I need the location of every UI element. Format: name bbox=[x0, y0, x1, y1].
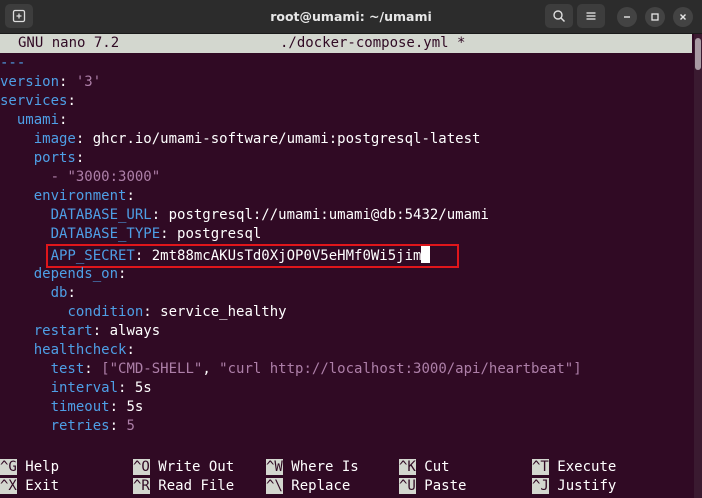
yaml-key-condition: condition bbox=[67, 304, 144, 320]
yaml-key-version: version bbox=[0, 74, 60, 90]
hamburger-menu-icon bbox=[586, 12, 596, 20]
menu-button[interactable] bbox=[577, 4, 605, 28]
editor-line[interactable]: - "3000:3000" bbox=[0, 168, 161, 187]
yaml-key-db: db bbox=[50, 285, 68, 301]
editor-line[interactable]: --- bbox=[0, 54, 25, 73]
yaml-key-restart: restart bbox=[33, 323, 93, 339]
new-tab-icon bbox=[12, 9, 26, 23]
nano-filename: ./docker-compose.yml * bbox=[280, 35, 466, 51]
maximize-icon bbox=[651, 13, 659, 21]
yaml-key-test: test bbox=[50, 361, 85, 377]
editor-line[interactable]: image: ghcr.io/umami-software/umami:post… bbox=[0, 130, 481, 149]
shortcut-justify[interactable]: ^J Justify bbox=[532, 477, 616, 496]
editor-line[interactable]: depends_on: bbox=[0, 265, 127, 284]
yaml-value-database-url: postgresql://umami:umami@db:5432/umami bbox=[168, 207, 489, 223]
minimize-button[interactable] bbox=[617, 7, 637, 27]
yaml-key-image: image bbox=[33, 131, 76, 147]
yaml-key-umami: umami bbox=[16, 112, 60, 128]
yaml-key-database-url: DATABASE_URL bbox=[50, 207, 152, 223]
window-titlebar: root@umami: ~/umami bbox=[0, 0, 702, 34]
yaml-key-depends-on: depends_on bbox=[33, 266, 119, 282]
editor-line[interactable]: db: bbox=[0, 284, 76, 303]
editor-line[interactable]: version: '3' bbox=[0, 73, 101, 92]
yaml-key-database-type: DATABASE_TYPE bbox=[50, 226, 161, 242]
yaml-key-environment: environment bbox=[33, 188, 127, 204]
new-tab-button[interactable] bbox=[5, 4, 33, 28]
shortcut-execute[interactable]: ^T Execute bbox=[532, 458, 616, 477]
scrollbar-thumb[interactable] bbox=[695, 38, 701, 70]
shortcut-cut[interactable]: ^K Cut bbox=[399, 458, 450, 477]
search-icon bbox=[553, 10, 566, 23]
yaml-value-port: "3000:3000" bbox=[67, 169, 161, 185]
close-icon bbox=[680, 14, 686, 20]
yaml-value-database-type: postgresql bbox=[177, 226, 262, 242]
shortcut-paste[interactable]: ^U Paste bbox=[399, 477, 466, 496]
yaml-value-retries: 5 bbox=[126, 418, 135, 434]
editor-line[interactable]: environment: bbox=[0, 187, 135, 206]
editor-line[interactable]: DATABASE_URL: postgresql://umami:umami@d… bbox=[0, 206, 489, 225]
editor-line[interactable]: interval: 5s bbox=[0, 379, 152, 398]
yaml-test-item-2: "curl http://localhost:3000/api/heartbea… bbox=[219, 361, 574, 377]
editor-line[interactable]: ports: bbox=[0, 149, 85, 168]
yaml-test-item-1: "CMD-SHELL" bbox=[109, 361, 203, 377]
editor-line[interactable]: services: bbox=[0, 92, 76, 111]
search-button[interactable] bbox=[545, 4, 573, 28]
shortcut-write-out[interactable]: ^O Write Out bbox=[133, 458, 234, 477]
maximize-button[interactable] bbox=[645, 7, 665, 27]
shortcut-where-is[interactable]: ^W Where Is bbox=[266, 458, 359, 477]
yaml-value-timeout: 5s bbox=[126, 399, 144, 415]
yaml-value-image: ghcr.io/umami-software/umami:postgresql-… bbox=[92, 131, 481, 147]
yaml-value-restart: always bbox=[109, 323, 161, 339]
editor-line[interactable]: timeout: 5s bbox=[0, 398, 144, 417]
terminal-view[interactable]: GNU nano 7.2 ./docker-compose.yml * --- … bbox=[0, 34, 702, 498]
yaml-key-ports: ports bbox=[33, 150, 76, 166]
editor-line[interactable]: test: ["CMD-SHELL", "curl http://localho… bbox=[0, 360, 582, 379]
editor-line[interactable]: restart: always bbox=[0, 322, 160, 341]
editor-line[interactable]: DATABASE_TYPE: postgresql bbox=[0, 225, 262, 244]
window-title: root@umami: ~/umami bbox=[270, 9, 432, 24]
shortcut-replace[interactable]: ^\ Replace bbox=[266, 477, 350, 496]
yaml-value-condition: service_healthy bbox=[160, 304, 287, 320]
yaml-value-interval: 5s bbox=[134, 380, 152, 396]
yaml-key-retries: retries bbox=[50, 418, 110, 434]
nano-header-bar: GNU nano 7.2 ./docker-compose.yml * bbox=[0, 34, 692, 53]
yaml-key-healthcheck: healthcheck bbox=[33, 342, 127, 358]
yaml-key-services: services bbox=[0, 93, 68, 109]
minimize-icon bbox=[624, 16, 630, 18]
yaml-key-timeout: timeout bbox=[50, 399, 110, 415]
editor-line[interactable]: healthcheck: bbox=[0, 341, 135, 360]
terminal-scrollbar[interactable] bbox=[694, 34, 702, 498]
editor-line[interactable]: condition: service_healthy bbox=[0, 303, 287, 322]
close-button[interactable] bbox=[673, 7, 693, 27]
editor-line[interactable]: umami: bbox=[0, 111, 68, 130]
yaml-value-version: '3' bbox=[75, 74, 102, 90]
editor-line[interactable]: retries: 5 bbox=[0, 417, 135, 436]
doc-start-marker: --- bbox=[0, 55, 26, 71]
shortcut-read-file[interactable]: ^R Read File bbox=[133, 477, 234, 496]
nano-version: GNU nano 7.2 bbox=[18, 35, 120, 51]
yaml-key-interval: interval bbox=[50, 380, 119, 396]
shortcut-help[interactable]: ^G Help bbox=[0, 458, 59, 477]
shortcut-exit[interactable]: ^X Exit bbox=[0, 477, 59, 496]
